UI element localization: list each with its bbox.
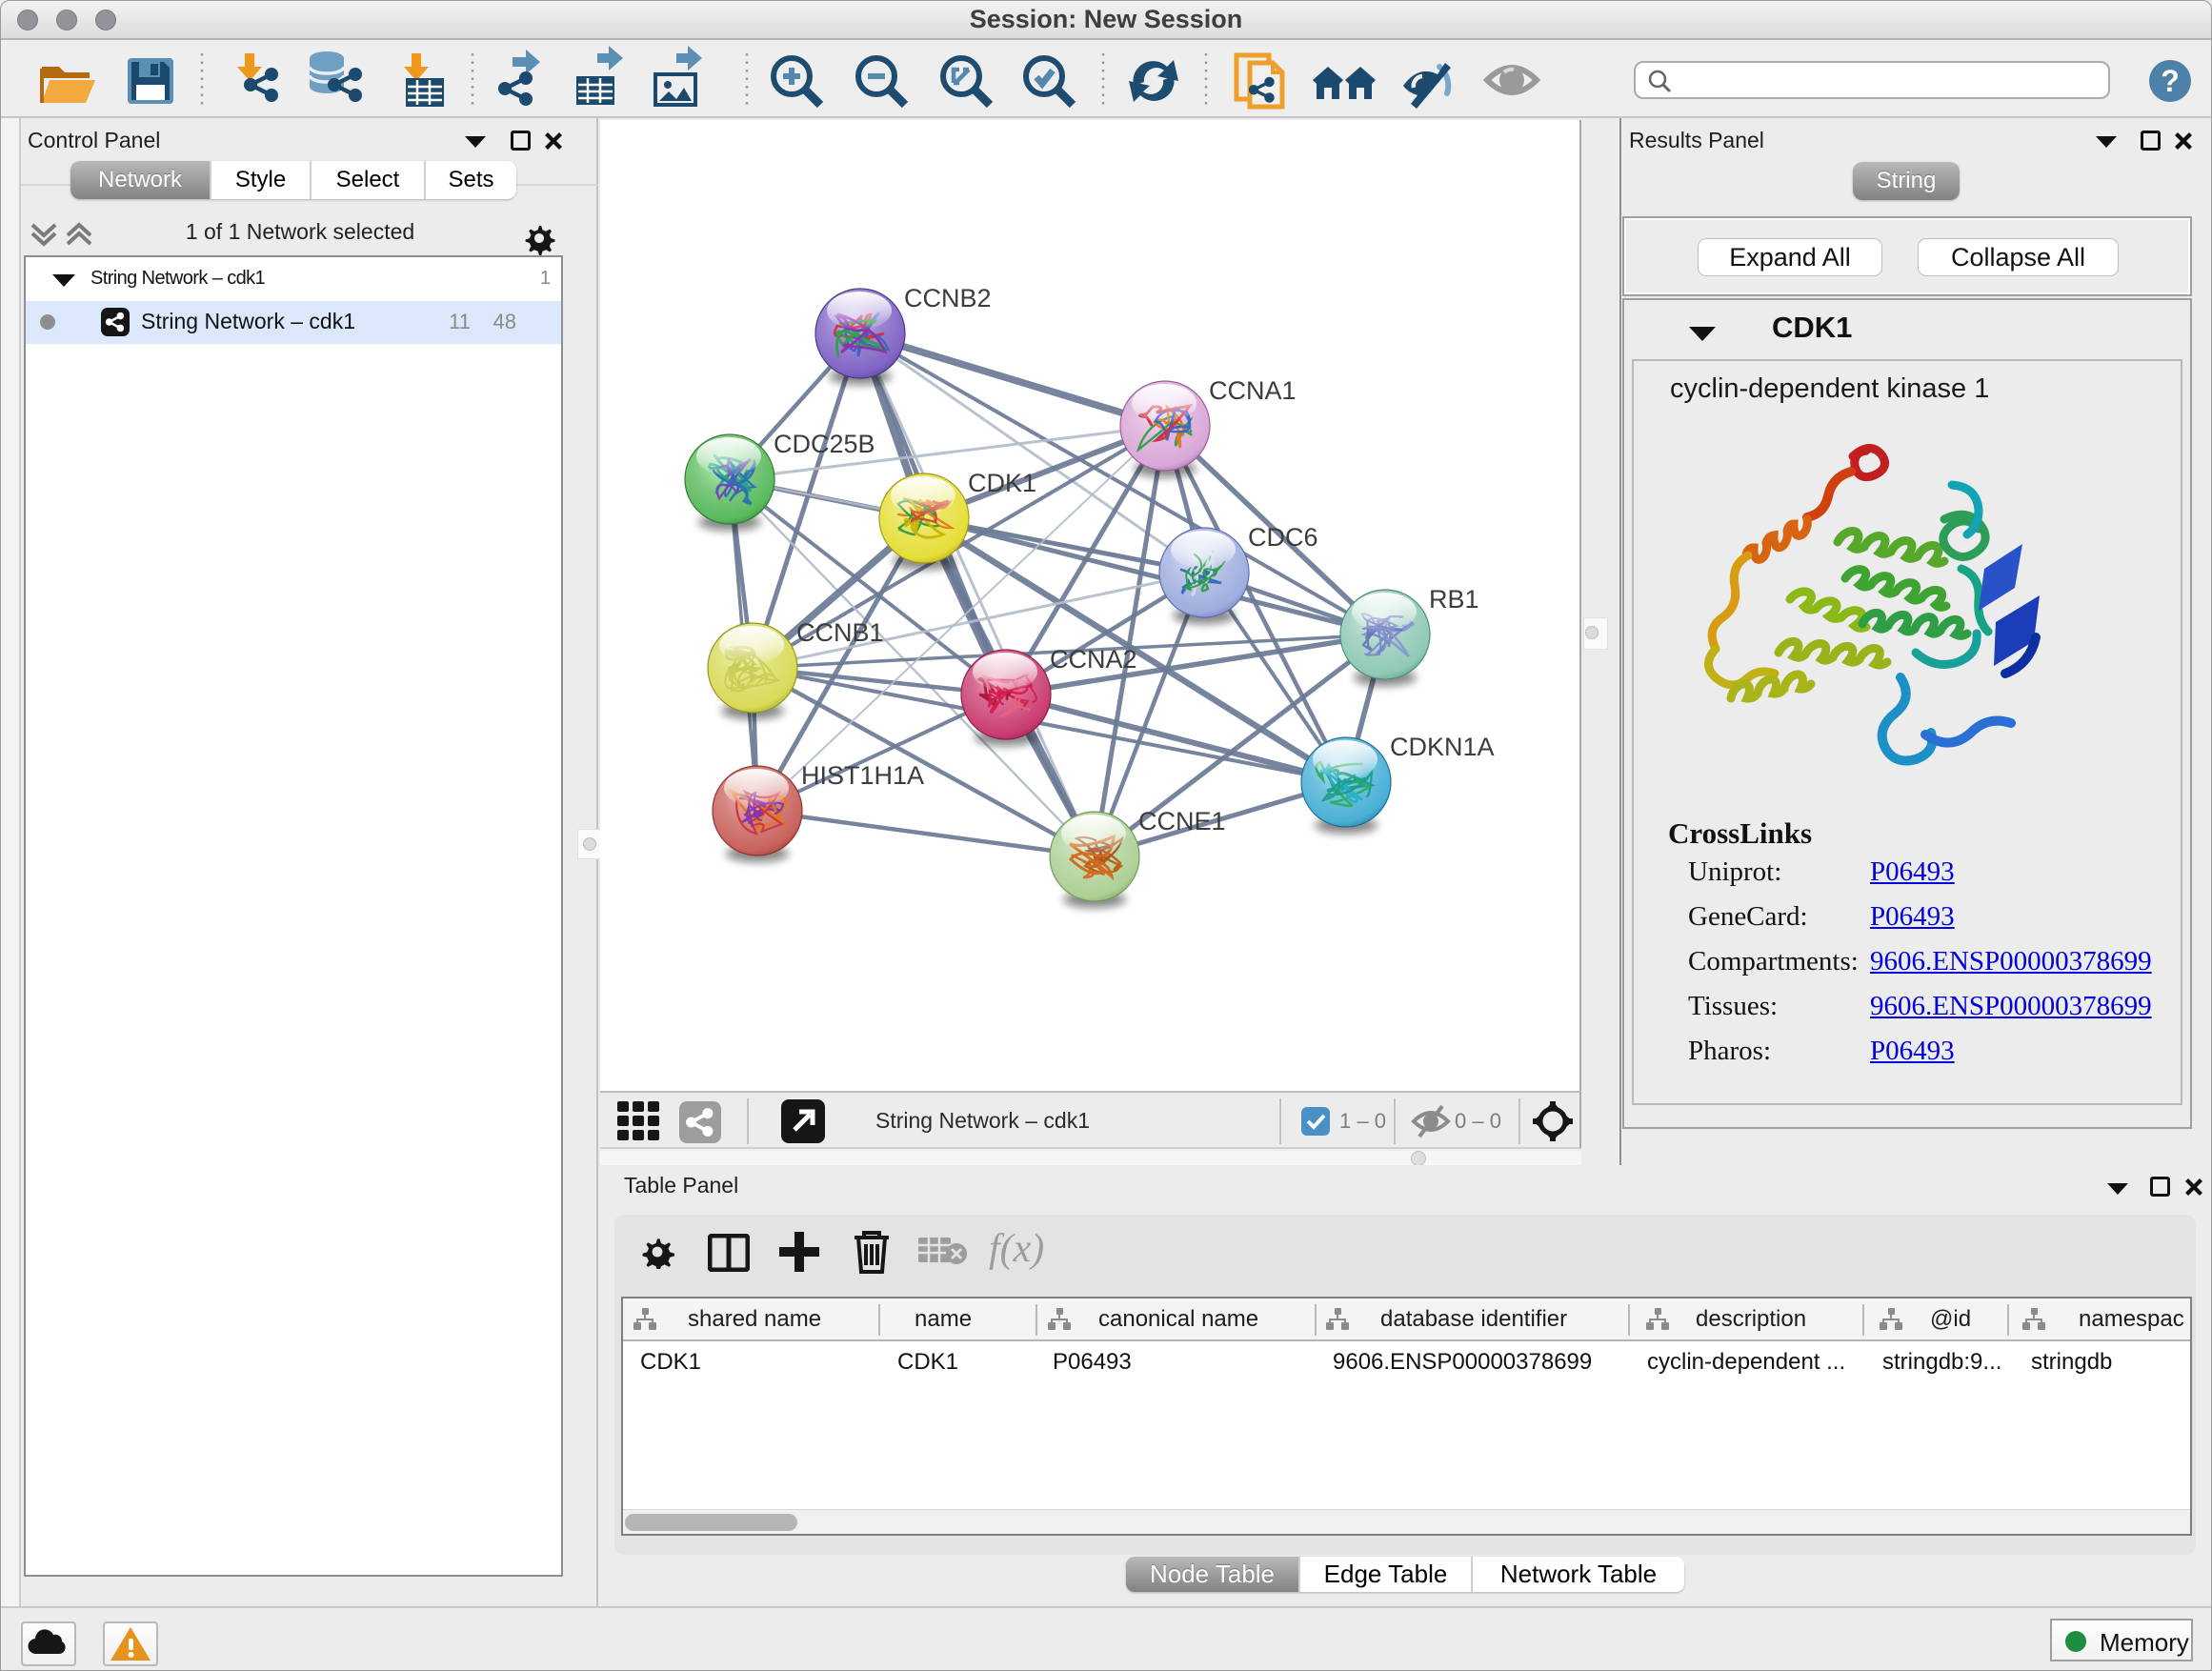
svg-text:CCNA2: CCNA2 (1050, 645, 1137, 674)
svg-text:CDKN1A: CDKN1A (1390, 733, 1495, 761)
svg-text:CCNB2: CCNB2 (904, 284, 992, 312)
svg-text:CDK1: CDK1 (968, 469, 1036, 497)
svg-text:RB1: RB1 (1429, 585, 1479, 614)
svg-text:HIST1H1A: HIST1H1A (801, 761, 924, 790)
svg-text:CCNE1: CCNE1 (1138, 807, 1226, 836)
svg-text:CDC25B: CDC25B (774, 430, 875, 458)
svg-text:CCNA1: CCNA1 (1209, 376, 1297, 405)
svg-text:CCNB1: CCNB1 (796, 618, 884, 647)
svg-text:CDC6: CDC6 (1248, 523, 1318, 552)
